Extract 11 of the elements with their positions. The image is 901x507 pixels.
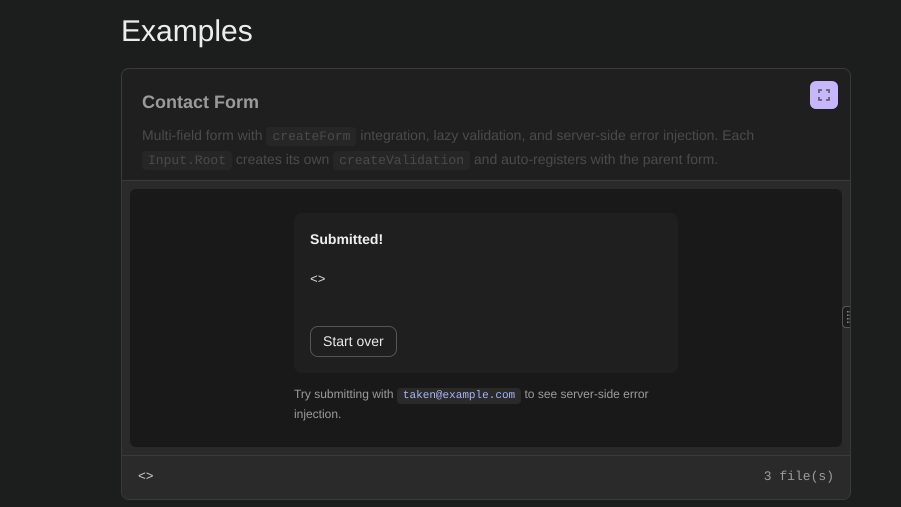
grip-icon [847,311,850,323]
code-toggle-button[interactable]: <> [138,467,154,487]
hint-text: Try submitting with taken@example.com to see server-side error injection. [294,386,650,422]
example-title: Contact Form [142,91,259,114]
result-heading: Submitted! [310,230,384,249]
expand-button[interactable] [810,81,838,109]
file-count: 3 file(s) [764,468,834,486]
expand-icon [818,89,830,101]
page-title: Examples [121,14,253,50]
start-over-button[interactable]: Start over [310,326,397,356]
result-value: <> [310,271,326,289]
